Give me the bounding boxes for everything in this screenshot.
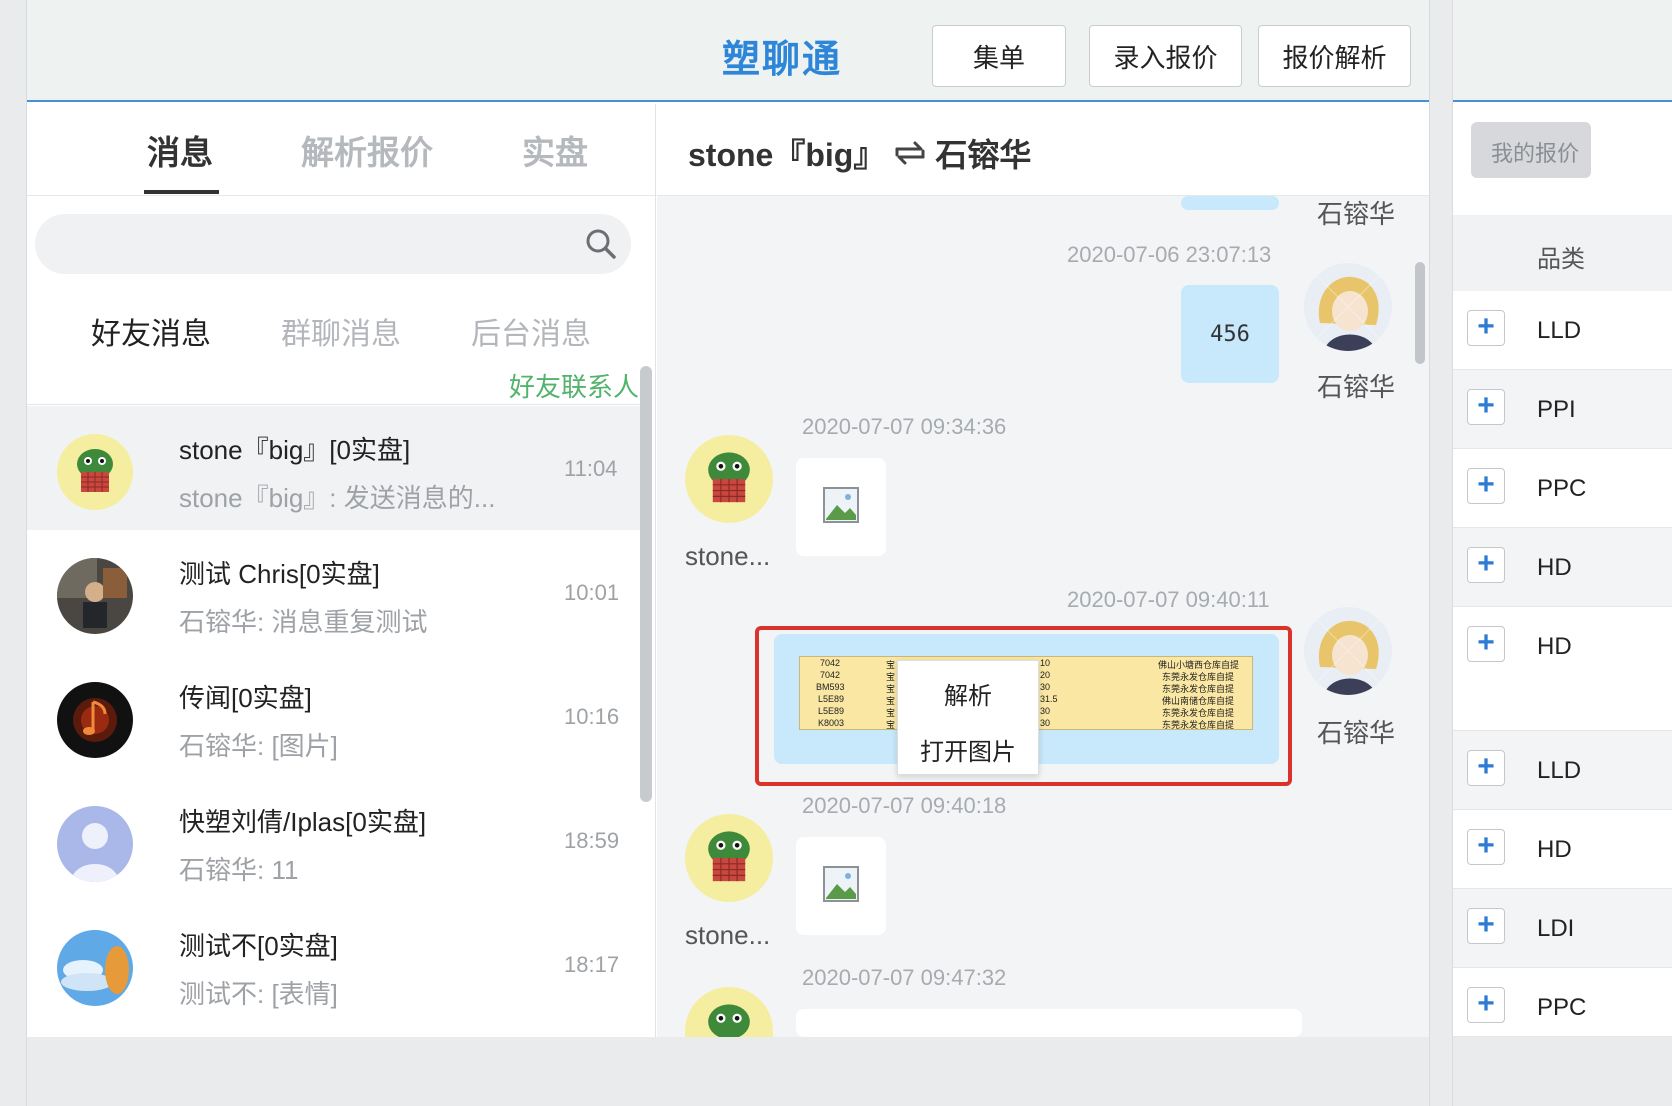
category-header: 品类 — [1453, 215, 1672, 291]
conversation-name: 快塑刘倩/Iplas[0实盘] — [179, 807, 427, 837]
conversation-last-message: 石镕华: 消息重复测试 — [179, 607, 428, 637]
product-row[interactable]: + HD — [1453, 810, 1672, 889]
add-icon[interactable]: + — [1467, 908, 1505, 944]
conversation-name: 测试不[0实盘] — [179, 931, 338, 961]
frog-avatar — [57, 434, 133, 510]
photo-avatar — [57, 558, 133, 634]
main-window: 塑聊通 集单 录入报价 报价解析 消息 解析报价 实盘 好友消息 群聊消息 后台… — [26, 0, 1430, 1106]
conversation-time: 11:04 — [564, 456, 618, 481]
conversation-time: 10:16 — [564, 704, 620, 729]
context-menu: 解析 打开图片 — [897, 660, 1039, 775]
product-name: HD — [1537, 633, 1572, 660]
product-name: HD — [1537, 836, 1572, 863]
conversation-name: 传闻[0实盘] — [179, 683, 312, 713]
window-bottom-edge — [27, 1037, 1429, 1106]
search-icon[interactable] — [585, 228, 617, 260]
add-icon[interactable]: + — [1467, 310, 1505, 346]
add-icon[interactable]: + — [1467, 750, 1505, 786]
chat-header: stone『big』 石镕华 — [657, 104, 1429, 196]
conversation-last-message: 石镕华: 11 — [179, 855, 299, 885]
chat-title-right: 石镕华 — [935, 137, 1032, 173]
parse-quote-button[interactable]: 报价解析 — [1258, 25, 1411, 87]
product-name: LDI — [1537, 915, 1575, 942]
conversation-item[interactable]: 测试 Chris[0实盘] 石镕华: 消息重复测试 10:01 — [27, 530, 641, 654]
conversation-name: 测试 Chris[0实盘] — [179, 559, 380, 589]
tab-parse-quotes[interactable]: 解析报价 — [301, 126, 433, 174]
add-icon[interactable]: + — [1467, 389, 1505, 425]
add-icon[interactable]: + — [1467, 626, 1505, 662]
product-row[interactable]: + PPC — [1453, 449, 1672, 528]
context-menu-open-image[interactable]: 打开图片 — [898, 732, 1038, 767]
enter-quote-button[interactable]: 录入报价 — [1089, 25, 1242, 87]
conversation-list: stone『big』[0实盘] stone『big』: 发送消息的... 11:… — [27, 406, 641, 1026]
list-divider — [27, 404, 643, 405]
conversation-last-message: 测试不: [表情] — [179, 979, 338, 1009]
default-person-avatar — [57, 806, 133, 882]
search-input[interactable] — [35, 214, 631, 274]
main-tabs: 消息 解析报价 实盘 — [27, 104, 655, 196]
sky-avatar — [57, 930, 133, 1006]
product-name: PPC — [1537, 994, 1587, 1021]
context-menu-parse[interactable]: 解析 — [898, 676, 1038, 711]
quote-panel-header — [1453, 0, 1672, 102]
app-header: 塑聊通 集单 录入报价 报价解析 — [27, 0, 1429, 102]
collect-order-button[interactable]: 集单 — [932, 25, 1066, 87]
chat-scrollbar[interactable] — [1415, 262, 1425, 364]
tab-system-messages[interactable]: 后台消息 — [471, 309, 591, 353]
add-icon[interactable]: + — [1467, 468, 1505, 504]
swap-icon[interactable] — [893, 139, 927, 167]
tab-firm-offers[interactable]: 实盘 — [522, 126, 588, 174]
product-name: PPI — [1537, 396, 1576, 423]
product-name: LLD — [1537, 317, 1582, 344]
product-row[interactable]: + LLD — [1453, 731, 1672, 810]
product-row[interactable]: + HD — [1453, 528, 1672, 607]
conversation-item[interactable]: stone『big』[0实盘] stone『big』: 发送消息的... 11:… — [27, 406, 641, 530]
tab-group-messages[interactable]: 群聊消息 — [281, 309, 401, 353]
conversation-panel: 消息 解析报价 实盘 好友消息 群聊消息 后台消息 好友联系人 stone『bi… — [27, 104, 656, 1106]
add-icon[interactable]: + — [1467, 829, 1505, 865]
chat-panel: stone『big』 石镕华 — [657, 104, 1429, 1106]
app-brand: 塑聊通 — [722, 39, 843, 81]
product-row[interactable]: + LDI — [1453, 889, 1672, 968]
quote-panel: 我的报价 品类 + LLD + PPI + PPC + HD + HD + LL… — [1452, 0, 1672, 1106]
product-row[interactable]: + PPC — [1453, 968, 1672, 1037]
conversation-item[interactable]: 传闻[0实盘] 石镕华: [图片] 10:16 — [27, 654, 641, 778]
add-icon[interactable]: + — [1467, 987, 1505, 1023]
active-tab-indicator — [144, 190, 219, 194]
tab-friend-messages[interactable]: 好友消息 — [91, 309, 211, 353]
category-header-label: 品类 — [1537, 246, 1585, 273]
conversation-time: 18:59 — [564, 828, 620, 853]
product-row[interactable]: + PPI — [1453, 370, 1672, 449]
conversation-time: 18:17 — [564, 952, 620, 977]
chat-title: stone『big』 石镕华 — [688, 130, 1031, 176]
panel-bottom-edge — [1453, 1037, 1672, 1106]
product-row[interactable]: + LLD — [1453, 291, 1672, 370]
product-name: PPC — [1537, 475, 1587, 502]
my-quote-button[interactable]: 我的报价 — [1471, 122, 1591, 178]
add-icon[interactable]: + — [1467, 547, 1505, 583]
conversation-time: 10:01 — [564, 580, 620, 605]
conversation-scrollbar[interactable] — [640, 366, 652, 802]
conversation-item[interactable]: 快塑刘倩/Iplas[0实盘] 石镕华: 11 18:59 — [27, 778, 641, 902]
conversation-name: stone『big』[0实盘] — [179, 435, 411, 465]
music-avatar — [57, 682, 133, 758]
tab-messages[interactable]: 消息 — [147, 126, 213, 174]
conversation-item[interactable]: 测试不[0实盘] 测试不: [表情] 18:17 — [27, 902, 641, 1026]
conversation-last-message: 石镕华: [图片] — [179, 731, 338, 761]
product-row[interactable]: + HD — [1453, 607, 1672, 731]
chat-title-left: stone『big』 — [688, 137, 886, 173]
friend-contacts-link[interactable]: 好友联系人 — [509, 367, 639, 404]
conversation-last-message: stone『big』: 发送消息的... — [179, 483, 496, 513]
product-name: LLD — [1537, 757, 1582, 784]
product-name: HD — [1537, 554, 1572, 581]
